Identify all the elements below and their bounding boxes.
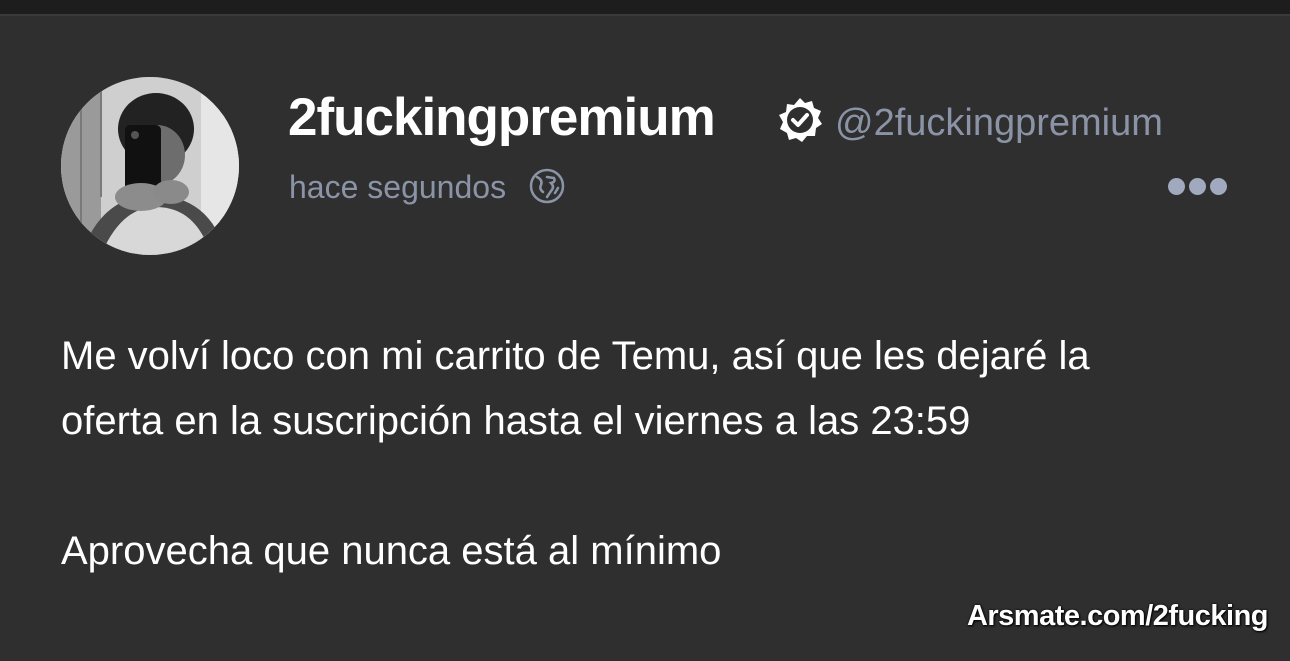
top-bar xyxy=(0,0,1290,16)
globe-icon xyxy=(529,168,565,204)
avatar[interactable] xyxy=(61,77,239,255)
post-card: 2fuckingpremium @2fuckingpremium hace se… xyxy=(0,16,1290,661)
avatar-photo xyxy=(61,77,239,255)
user-handle[interactable]: @2fuckingpremium xyxy=(835,100,1163,146)
verified-badge-icon xyxy=(779,98,822,142)
more-dots-icon xyxy=(1168,177,1185,195)
post-body-line: Aprovecha que nunca está al mínimo xyxy=(61,529,722,573)
display-name[interactable]: 2fuckingpremium xyxy=(288,86,716,150)
post-body: Me volví loco con mi carrito de Temu, as… xyxy=(61,324,1191,584)
more-dots-icon xyxy=(1189,177,1206,195)
watermark: Arsmate.com/2fucking xyxy=(966,600,1269,632)
more-dots-icon xyxy=(1210,177,1227,195)
post-body-line: Me volví loco con mi carrito de Temu, as… xyxy=(61,334,1090,378)
post-timestamp: hace segundos xyxy=(289,169,507,205)
more-options-button[interactable] xyxy=(1168,173,1232,199)
post-body-line: oferta en la suscripción hasta el vierne… xyxy=(61,399,971,443)
